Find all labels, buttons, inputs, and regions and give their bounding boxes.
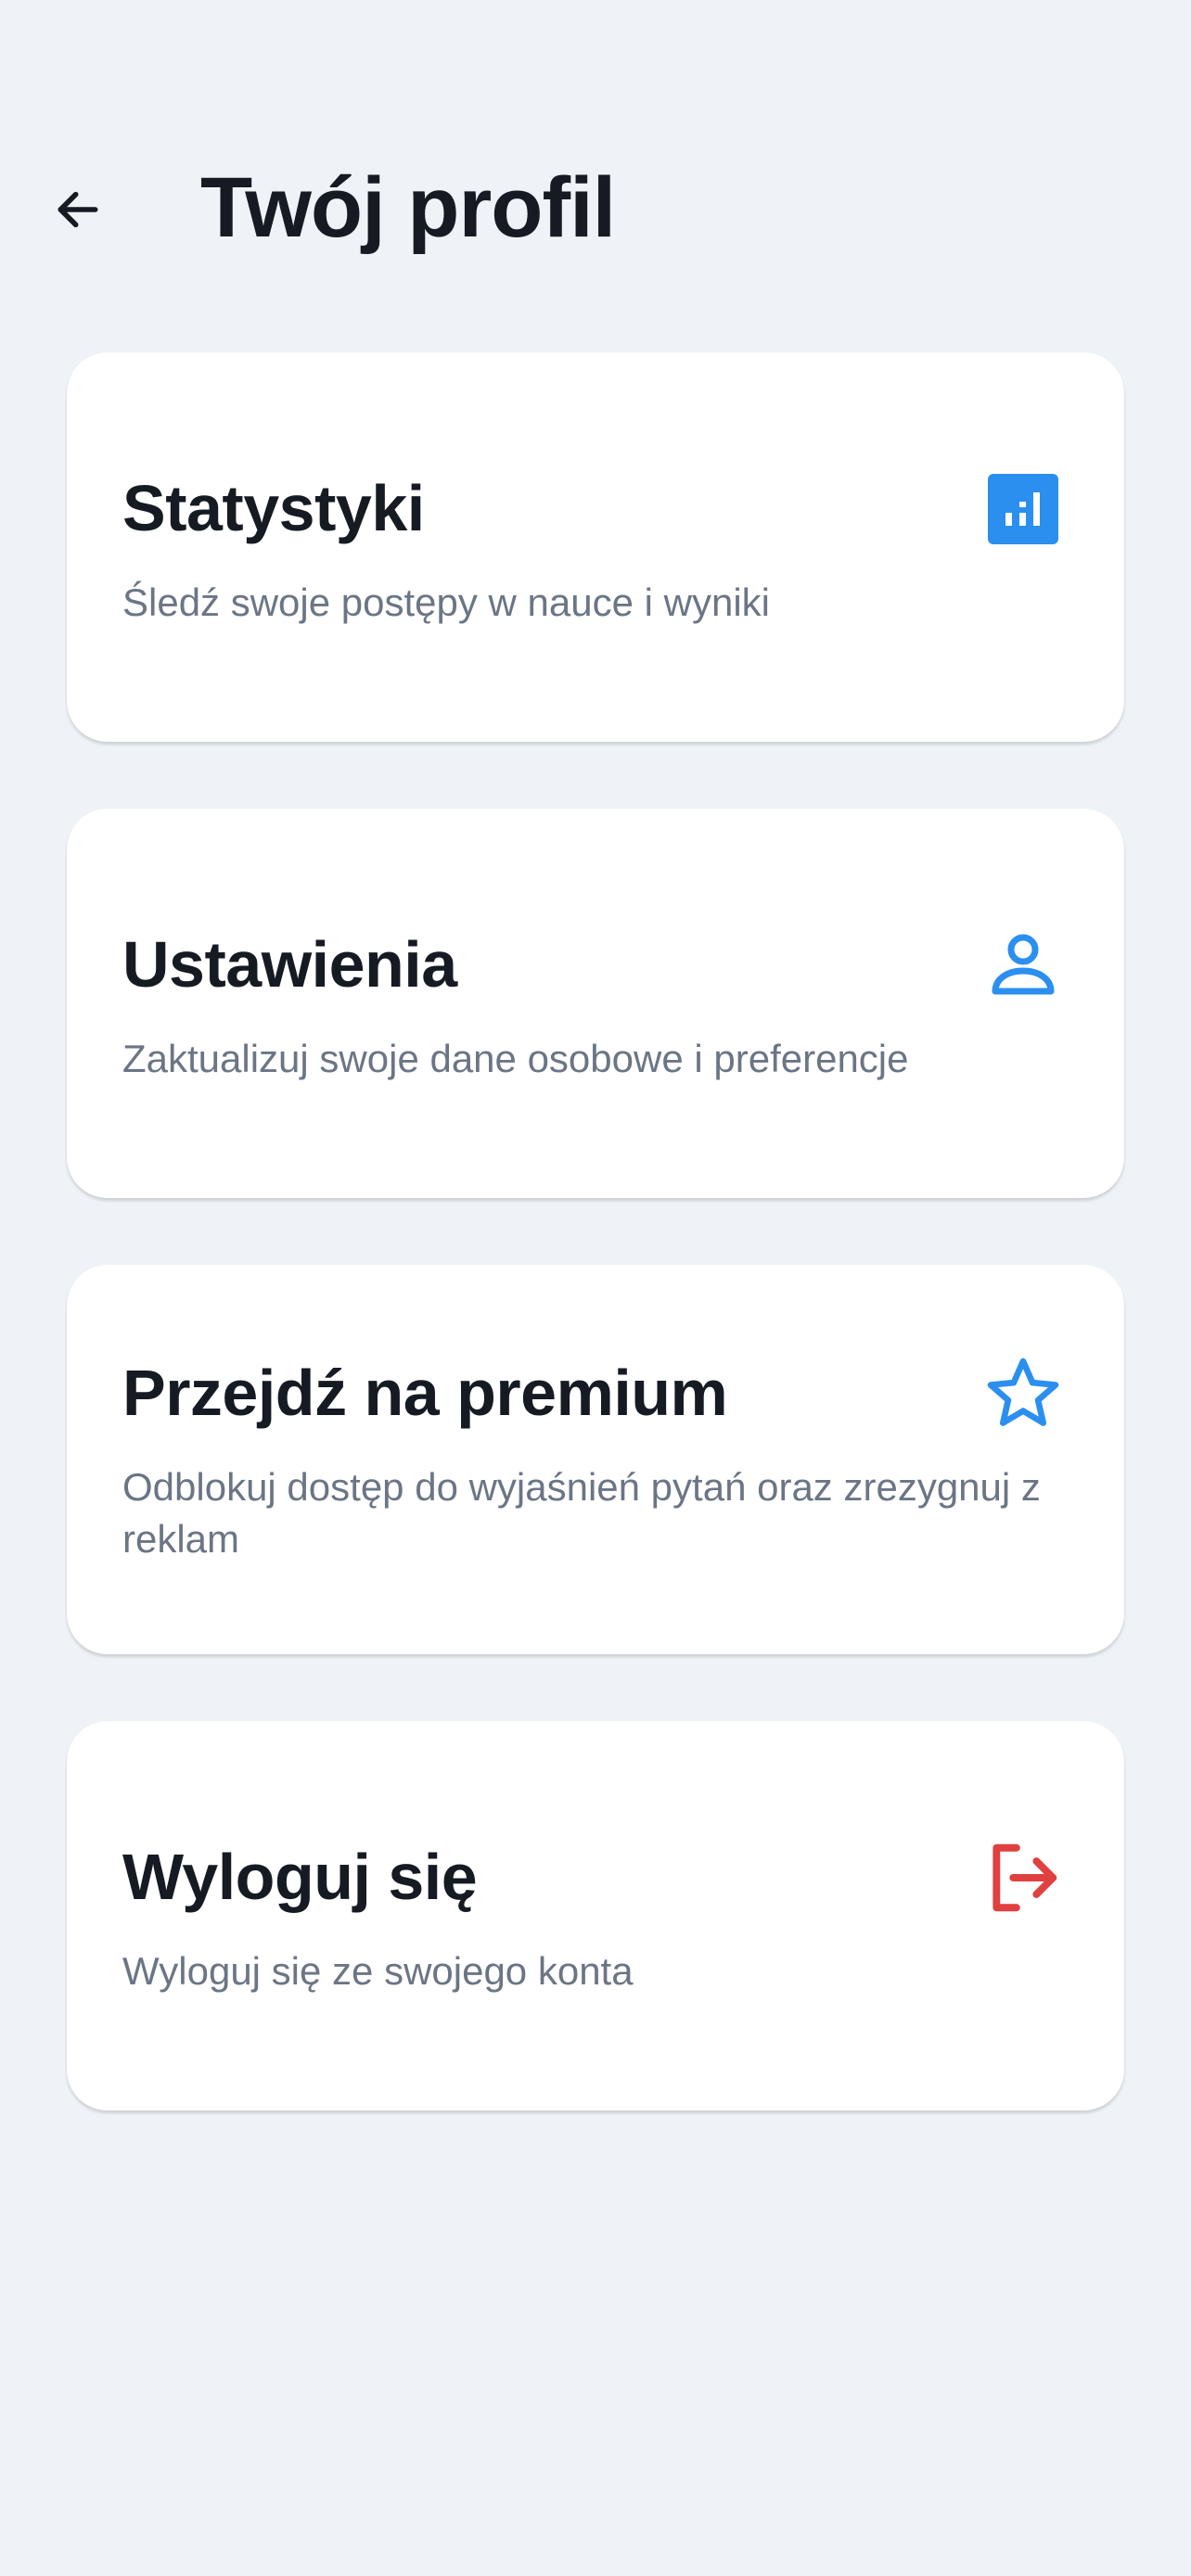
card-description: Zaktualizuj swoje dane osobowe i prefere… [122,1037,909,1080]
page-title: Twój profil [200,160,616,255]
bar-chart-icon [981,467,1065,551]
back-button[interactable] [45,176,111,243]
user-icon [981,924,1065,1007]
logout-icon [981,1836,1065,1919]
card-title: Wyloguj się [122,1841,478,1913]
card-title: Przejdź na premium [122,1357,728,1429]
arrow-left-icon [58,191,98,228]
header: Twój profil [0,139,1191,278]
card-title: Statystyki [122,472,425,544]
card-description: Śledź swoje postępy w nauce i wyniki [122,580,771,624]
logout-card[interactable]: Wyloguj się Wyloguj się ze swojego konta [67,1721,1124,2111]
card-description: Odblokuj dostęp do wyjaśnień pytań oraz … [122,1465,1041,1561]
premium-card[interactable]: Przejdź na premium Odblokuj dostęp do wy… [67,1265,1124,1654]
profile-menu: Statystyki Śledź swoje postępy w nauce i… [67,352,1124,2177]
card-description: Wyloguj się ze swojego konta [122,1949,634,1993]
star-icon [981,1352,1065,1435]
statistics-card[interactable]: Statystyki Śledź swoje postępy w nauce i… [67,352,1124,742]
card-title: Ustawienia [122,928,457,1001]
settings-card[interactable]: Ustawienia Zaktualizuj swoje dane osobow… [67,809,1124,1198]
